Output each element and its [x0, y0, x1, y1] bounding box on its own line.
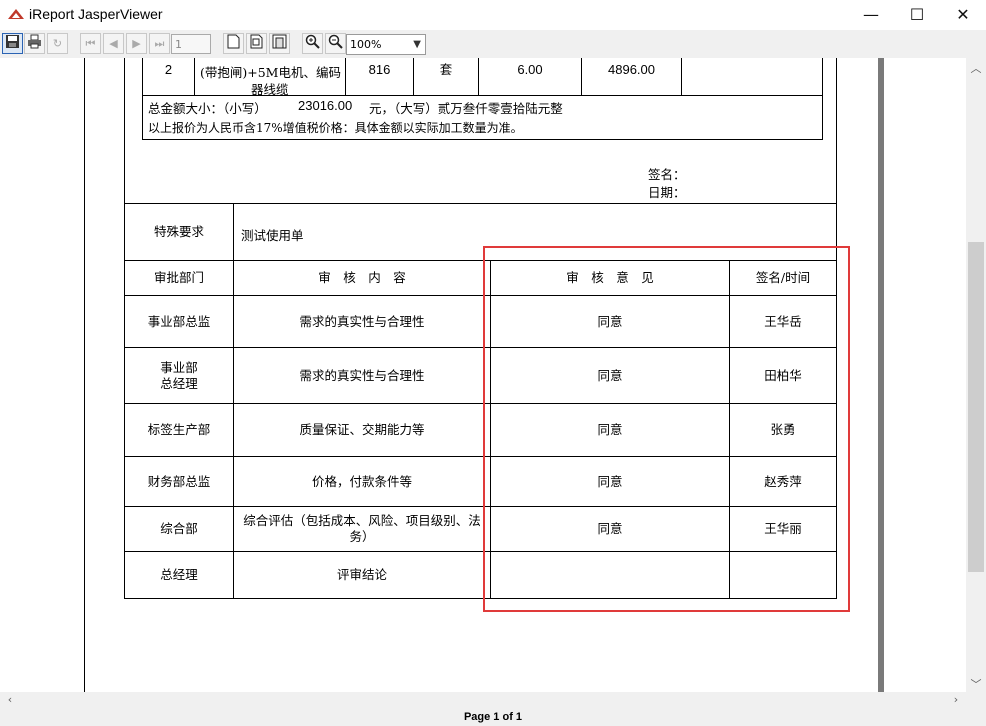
next-page-icon[interactable]: ▶: [126, 33, 147, 54]
special-value: 测试使用单: [241, 228, 304, 243]
item-price: 6.00: [517, 62, 543, 77]
total-label: 总金额大小：（小写）: [148, 101, 267, 116]
zoom-value: 100%: [350, 38, 382, 51]
last-page-icon[interactable]: ⏭: [149, 33, 170, 54]
scroll-right-icon[interactable]: ›: [946, 693, 966, 706]
item-index: 2: [164, 62, 173, 77]
row-dept: 事业部 总经理: [160, 359, 198, 391]
zoom-select[interactable]: 100% ▼: [346, 34, 426, 55]
scroll-left-icon[interactable]: ‹: [0, 693, 20, 706]
scroll-up-icon[interactable]: ︿: [966, 60, 986, 76]
close-button[interactable]: ✕: [940, 0, 986, 30]
zoom-in-icon[interactable]: [302, 33, 323, 54]
row-dept: 综合部: [160, 521, 198, 536]
title-bar: iReport JasperViewer — ☐ ✕: [0, 0, 986, 30]
save-icon[interactable]: [2, 33, 23, 54]
highlight-box: [483, 246, 850, 612]
vertical-scroll-thumb[interactable]: [968, 242, 984, 572]
reload-icon[interactable]: ↻: [47, 33, 68, 54]
item-name-line2: 器线缆: [251, 82, 289, 97]
price-note: 以上报价为人民币含17%增值税价格：具体金额以实际加工数量为准。: [148, 121, 523, 135]
zoom-out-icon[interactable]: [325, 33, 346, 54]
page-edge: [84, 58, 85, 692]
horizontal-scrollbar[interactable]: [0, 692, 966, 709]
window-title: iReport JasperViewer: [29, 6, 163, 22]
header-content: 审 核 内 容: [318, 270, 406, 285]
total-amount: 23016.00: [298, 98, 353, 113]
maximize-button[interactable]: ☐: [894, 0, 940, 30]
page-shadow: [878, 58, 884, 692]
page-number-input[interactable]: [171, 34, 211, 54]
fit-page-icon[interactable]: [246, 33, 267, 54]
row-dept: 财务部总监: [147, 473, 211, 489]
actual-size-icon[interactable]: [223, 33, 244, 54]
header-dept: 审批部门: [153, 270, 204, 285]
scroll-corner: [966, 692, 986, 709]
row-content: 需求的真实性与合理性: [299, 367, 425, 383]
special-label: 特殊要求: [153, 224, 204, 239]
previous-page-icon[interactable]: ◀: [103, 33, 124, 54]
chevron-down-icon: ▼: [413, 39, 421, 50]
page-status: Page 1 of 1: [0, 709, 986, 726]
total-caps: 元，（大写）贰万叁仟零壹拾陆元整: [369, 101, 563, 116]
row-content: 评审结论: [336, 567, 387, 582]
print-icon[interactable]: [24, 33, 45, 54]
row-dept: 标签生产部: [147, 422, 211, 437]
item-qty: 816: [368, 62, 391, 77]
sign-label: 签名：: [648, 167, 686, 182]
app-logo-icon: [8, 9, 24, 19]
row-content: 需求的真实性与合理性: [299, 313, 425, 329]
item-remark: [682, 58, 822, 82]
item-amount: 4896.00: [608, 62, 655, 77]
row-content: 质量保证、交期能力等: [299, 422, 425, 437]
first-page-icon[interactable]: ⏮: [80, 33, 101, 54]
scroll-down-icon[interactable]: ﹀: [966, 676, 986, 692]
toolbar: ↻ ⏮ ◀ ▶ ⏭: [0, 30, 986, 58]
row-dept: 总经理: [160, 567, 198, 582]
row-content: 价格，付款条件等: [311, 473, 412, 489]
row-content: 综合评估（包括成本、风险、项目级别、法务）: [243, 513, 481, 544]
item-unit: 套: [439, 62, 453, 77]
fit-width-icon[interactable]: [269, 33, 290, 54]
minimize-button[interactable]: —: [848, 0, 894, 30]
date-label: 日期：: [648, 185, 686, 200]
row-dept: 事业部总监: [147, 313, 211, 329]
